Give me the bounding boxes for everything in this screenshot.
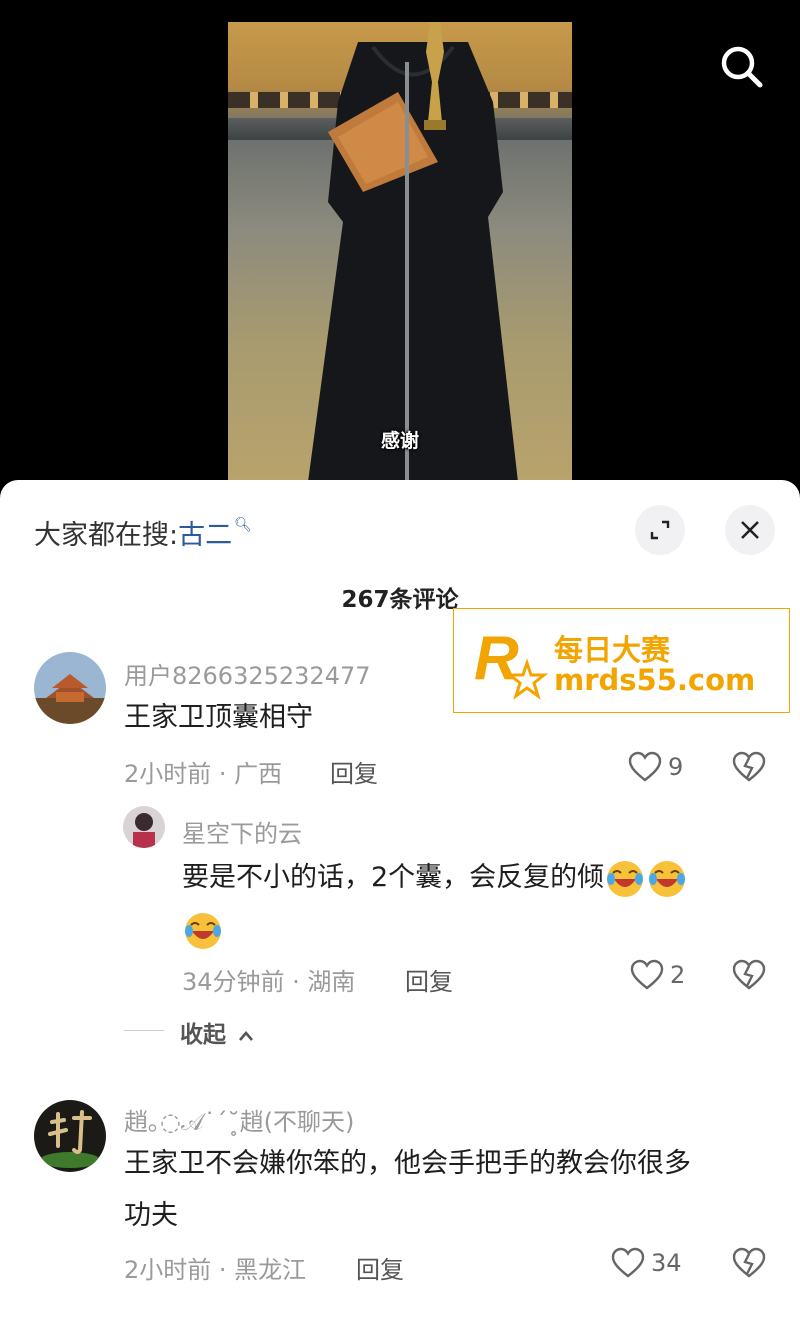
search-icon[interactable] bbox=[716, 42, 768, 94]
dislike-icon[interactable] bbox=[732, 1247, 766, 1279]
watermark-logo-letter: R bbox=[474, 624, 519, 693]
comment-meta: 2小时前 · 黑龙江 bbox=[124, 1256, 307, 1284]
video-player[interactable]: 感谢 bbox=[0, 0, 800, 500]
laugh-cry-emoji-icon bbox=[649, 860, 686, 897]
reply-text-content: 要是不小的话，2个囊，会反复的倾 bbox=[182, 862, 605, 893]
comment-text-line: 王家卫不会嫌你笨的，他会手把手的教会你很多 bbox=[124, 1148, 691, 1179]
reply-button[interactable]: 回复 bbox=[356, 1250, 404, 1285]
avatar[interactable] bbox=[34, 1100, 106, 1172]
close-button[interactable] bbox=[725, 505, 775, 555]
watermark-logo: R 每日大赛 bbox=[474, 624, 549, 700]
dislike-icon[interactable] bbox=[732, 959, 766, 991]
avatar[interactable] bbox=[34, 652, 106, 724]
laugh-cry-emoji-icon bbox=[185, 912, 221, 949]
watermark-url: mrds55.com bbox=[554, 663, 756, 697]
collapse-replies-button[interactable]: 收起 bbox=[180, 1015, 254, 1049]
video-frame[interactable]: 感谢 bbox=[228, 22, 572, 482]
video-subtitle: 感谢 bbox=[380, 430, 419, 452]
collapse-divider bbox=[124, 1030, 164, 1031]
reply-text: 要是不小的话，2个囊，会反复的倾 bbox=[182, 852, 772, 956]
chevron-up-icon bbox=[239, 1030, 254, 1041]
heart-icon bbox=[630, 959, 664, 990]
microphone-stand bbox=[405, 62, 409, 482]
expand-icon bbox=[650, 520, 670, 540]
search-suggestion[interactable]: 大家都在搜:古二 🔍︎ bbox=[34, 513, 252, 552]
close-icon bbox=[741, 521, 759, 539]
reply-username[interactable]: 星空下的云 bbox=[182, 814, 302, 849]
reply-button[interactable]: 回复 bbox=[405, 962, 453, 997]
comment-sheet: 大家都在搜:古二 🔍︎ 267条评论 用户8266325232477 王家卫顶囊相… bbox=[0, 480, 800, 1321]
like-button[interactable]: 9 bbox=[628, 751, 683, 783]
heart-icon bbox=[611, 1247, 645, 1278]
comment-text: 王家卫顶囊相守 bbox=[124, 702, 313, 733]
reply-avatar[interactable] bbox=[123, 806, 165, 848]
like-count: 2 bbox=[670, 961, 686, 989]
comment-text-line: 功夫 bbox=[124, 1200, 178, 1231]
comment-username[interactable]: 用户8266325232477 bbox=[124, 656, 371, 691]
heart-icon bbox=[628, 751, 662, 782]
watermark: R 每日大赛 每日大赛 mrds55.com bbox=[453, 608, 790, 713]
like-count: 34 bbox=[651, 1249, 682, 1277]
comment-meta: 2小时前 · 广西 bbox=[124, 760, 283, 788]
collapse-label: 收起 bbox=[180, 1022, 226, 1048]
comment-text: 王家卫不会嫌你笨的，他会手把手的教会你很多 功夫 bbox=[124, 1138, 774, 1242]
like-count: 9 bbox=[668, 753, 684, 781]
search-suggestion-keyword[interactable]: 古二 bbox=[178, 520, 232, 551]
like-button[interactable]: 34 bbox=[611, 1247, 682, 1279]
trophy bbox=[424, 22, 446, 130]
laugh-cry-emoji-icon bbox=[607, 860, 644, 897]
search-small-icon: 🔍︎ bbox=[234, 517, 252, 533]
dislike-icon[interactable] bbox=[732, 751, 766, 783]
comment-username[interactable]: 趙｡◌𝒜˙ˊ˘̥趙(不聊天) bbox=[124, 1102, 354, 1137]
search-suggestion-prefix: 大家都在搜: bbox=[34, 520, 179, 551]
reply-button[interactable]: 回复 bbox=[330, 754, 378, 789]
reply-meta: 34分钟前 · 湖南 bbox=[182, 968, 356, 996]
expand-button[interactable] bbox=[635, 505, 685, 555]
like-button[interactable]: 2 bbox=[630, 959, 685, 991]
watermark-logo-small-text: 每日大赛 bbox=[478, 684, 515, 695]
